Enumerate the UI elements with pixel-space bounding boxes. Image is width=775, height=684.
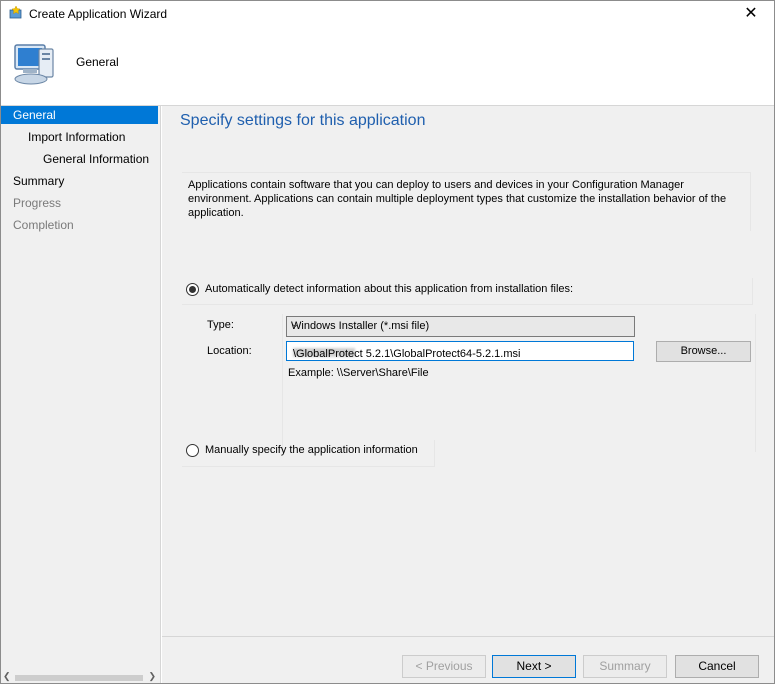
description-text: Applications contain software that you c…	[188, 179, 727, 219]
scrollbar-thumb[interactable]	[15, 675, 143, 681]
wizard-window: Create Application Wizard ✕ General Gene…	[0, 0, 775, 684]
scroll-right-icon[interactable]: ❯	[148, 671, 156, 682]
wizard-star-icon	[9, 6, 22, 19]
sidebar-item-progress: Progress	[13, 196, 62, 210]
scroll-left-icon[interactable]: ❮	[3, 671, 11, 682]
radio-selected-dot	[189, 286, 196, 293]
manual-radio[interactable]	[186, 444, 199, 457]
manual-group: Manually specify the application informa…	[182, 440, 435, 467]
sidebar-item-summary[interactable]: Summary	[1, 172, 158, 190]
next-button[interactable]: Next >	[492, 655, 576, 678]
wizard-sidebar: General Import Information General Infor…	[1, 106, 161, 683]
wizard-footer: < Previous Next > Summary Cancel	[162, 636, 774, 683]
close-button[interactable]: ✕	[728, 1, 774, 29]
wizard-content: Specify settings for this application Ap…	[162, 106, 774, 683]
auto-detect-group: Automatically detect information about t…	[182, 278, 753, 305]
auto-detect-label[interactable]: Automatically detect information about t…	[205, 283, 573, 295]
location-path: \GlobalProtect 5.2.1\GlobalProtect64-5.2…	[293, 348, 521, 360]
cancel-button[interactable]: Cancel	[675, 655, 759, 678]
browse-button[interactable]: Browse...	[656, 341, 751, 362]
sidebar-item-general-information[interactable]: General Information	[1, 150, 158, 168]
location-label: Location:	[207, 345, 252, 357]
previous-button: < Previous	[402, 655, 486, 678]
sidebar-scrollbar[interactable]: ❮ ❯	[1, 671, 160, 683]
auto-detect-radio[interactable]	[186, 283, 199, 296]
sidebar-item-general[interactable]: General	[1, 106, 158, 124]
location-input[interactable]: \\\GlobalProtect 5.2.1\GlobalProtect64-5…	[286, 341, 634, 361]
header-label: General	[76, 55, 119, 69]
sidebar-item-import-information[interactable]: Import Information	[1, 128, 158, 146]
description-panel: Applications contain software that you c…	[182, 172, 751, 231]
location-example: Example: \\Server\Share\File	[288, 367, 429, 379]
sidebar-item-completion: Completion	[13, 218, 74, 232]
summary-button: Summary	[583, 655, 667, 678]
title-bar: Create Application Wizard ✕	[1, 1, 774, 29]
window-title: Create Application Wizard	[29, 7, 168, 21]
manual-label[interactable]: Manually specify the application informa…	[205, 444, 418, 456]
wizard-header: General	[1, 29, 774, 106]
type-select[interactable]: Windows Installer (*.msi file) ⌄	[286, 316, 635, 337]
page-title: Specify settings for this application	[180, 112, 426, 129]
type-label: Type:	[207, 319, 234, 331]
chevron-down-icon: ⌄	[291, 319, 300, 330]
computer-icon	[14, 44, 54, 85]
